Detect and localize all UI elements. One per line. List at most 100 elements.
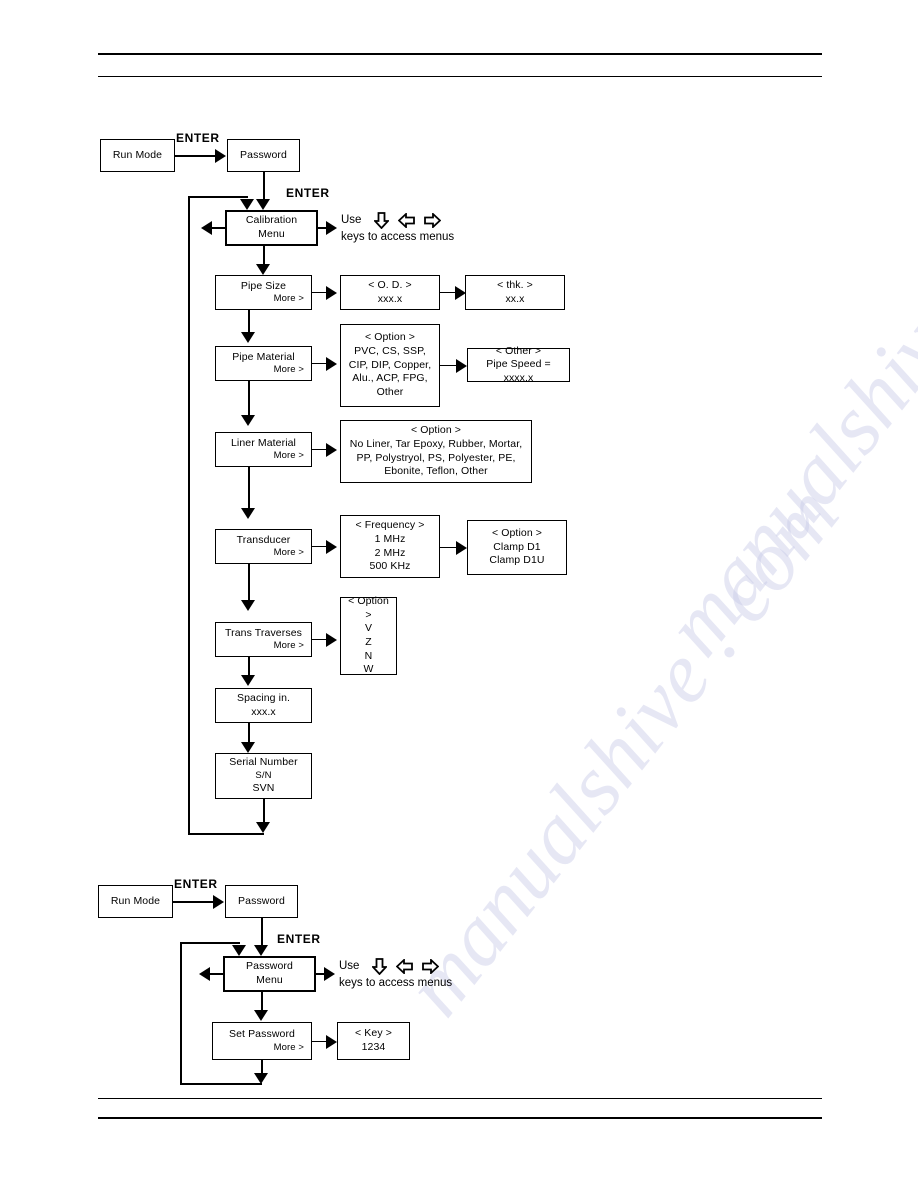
node-label: Serial Number: [229, 756, 298, 769]
node-value: xxx.x: [251, 705, 276, 718]
node-outer-diameter[interactable]: < O. D. > xxx.x: [340, 275, 440, 310]
enter-label: ENTER: [174, 877, 218, 891]
arrowhead-down-icon: [256, 264, 270, 275]
use-keys-note: Use keys to access menus: [339, 958, 452, 992]
arrowhead-right-icon: [326, 443, 337, 457]
use-note-line1: Use: [339, 960, 360, 973]
watermark: manualshive . com manualshive . com: [0, 0, 918, 1188]
node-trans-traverses[interactable]: Trans Traverses More >: [215, 622, 312, 657]
header-rule-top: [98, 53, 822, 55]
node-label: Pipe Size: [240, 279, 287, 292]
arrowhead-down-icon: [256, 822, 270, 833]
arrowhead-right-icon: [456, 541, 467, 555]
use-note-line2: keys to access menus: [341, 231, 455, 243]
node-traverse-options[interactable]: < Option > V Z N W: [340, 595, 397, 675]
connector-run-to-password: [173, 901, 216, 903]
manual-page: manualshive . com manualshive . com Run …: [0, 0, 918, 1188]
node-thickness[interactable]: < thk. > xx.x: [465, 275, 565, 310]
connector-transducer-to-traverses: [248, 564, 250, 604]
node-label: Spacing in.: [236, 691, 291, 704]
arrowhead-right-icon: [456, 359, 467, 373]
node-pipe-material[interactable]: Pipe Material More >: [215, 346, 312, 381]
option-line: V: [364, 622, 373, 635]
node-spacing[interactable]: Spacing in. xxx.x: [215, 688, 312, 723]
arrowhead-down-icon: [241, 675, 255, 686]
node-line3: SVN: [252, 782, 275, 795]
connector-liner-to-transducer: [248, 467, 250, 512]
arrowhead-down-icon: [254, 1073, 268, 1084]
node-run-mode-password-flow[interactable]: Run Mode: [98, 885, 173, 918]
node-more-label: More >: [273, 1041, 304, 1053]
return-loop-top: [180, 942, 240, 944]
node-label: Liner Material: [230, 436, 296, 449]
node-value: xx.x: [505, 292, 525, 305]
node-label-line2: Menu: [256, 974, 283, 986]
option-line: PP, Polystryol, PS, Polyester, PE,: [356, 451, 516, 464]
node-pipe-material-options[interactable]: < Option > PVC, CS, SSP, CIP, DIP, Coppe…: [340, 324, 440, 407]
node-set-password[interactable]: Set Password More >: [212, 1022, 312, 1060]
option-line: 2 MHz: [374, 546, 406, 559]
enter-label: ENTER: [286, 186, 330, 200]
node-header: < O. D. >: [368, 278, 412, 291]
footer-rule-bottom: [98, 1117, 822, 1119]
node-serial-number[interactable]: Serial Number S/N SVN: [215, 753, 312, 799]
node-label: Transducer: [236, 533, 291, 546]
option-line: Alu., ACP, FPG,: [352, 372, 428, 385]
node-label: Password: [238, 894, 285, 907]
node-clamp-options[interactable]: < Option > Clamp D1 Clamp D1U: [467, 520, 567, 575]
node-header: < thk. >: [497, 278, 533, 291]
node-liner-material[interactable]: Liner Material More >: [215, 432, 312, 467]
node-more-label: More >: [273, 640, 304, 652]
node-value: 1234: [361, 1041, 386, 1053]
node-label-line2: Menu: [258, 228, 285, 240]
node-header: < Key >: [355, 1027, 392, 1040]
return-loop-bottom: [180, 1083, 262, 1085]
node-pipe-size[interactable]: Pipe Size More >: [215, 275, 312, 310]
arrow-right-outline-icon: [424, 213, 442, 228]
return-loop-top: [188, 196, 248, 198]
node-label: Set Password: [229, 1028, 295, 1040]
arrowhead-down-icon: [241, 508, 255, 519]
arrowhead-right-icon: [213, 895, 224, 909]
arrowhead-right-icon: [326, 357, 337, 371]
arrowhead-left-icon: [199, 967, 210, 981]
node-transducer[interactable]: Transducer More >: [215, 529, 312, 564]
node-password-password-flow[interactable]: Password: [225, 885, 298, 918]
node-label: Password: [240, 148, 287, 161]
node-liner-material-options[interactable]: < Option > No Liner, Tar Epoxy, Rubber, …: [340, 420, 532, 483]
arrowhead-right-icon: [326, 221, 337, 235]
arrowhead-left-icon: [201, 221, 212, 235]
option-line: N: [364, 649, 373, 662]
node-run-mode[interactable]: Run Mode: [100, 139, 175, 172]
node-key[interactable]: < Key > 1234: [337, 1022, 410, 1060]
return-loop-vertical: [188, 196, 190, 834]
arrowhead-down-icon: [241, 415, 255, 426]
node-label-line1: Password: [246, 960, 293, 973]
node-more-label: More >: [273, 547, 304, 559]
arrow-down-outline-icon: [372, 958, 388, 975]
node-calibration-menu[interactable]: Calibration Menu: [225, 210, 318, 246]
node-label: Run Mode: [112, 148, 163, 161]
node-header: < Option >: [491, 527, 543, 540]
option-line: No Liner, Tar Epoxy, Rubber, Mortar,: [349, 437, 523, 450]
use-note-line1: Use: [341, 214, 362, 227]
node-header: < Option >: [348, 595, 389, 621]
arrowhead-right-icon: [326, 1035, 337, 1049]
option-line: Z: [365, 636, 372, 648]
node-label: Run Mode: [110, 894, 161, 907]
arrowhead-down-icon: [232, 945, 246, 956]
node-password[interactable]: Password: [227, 139, 300, 172]
node-line2: S/N: [255, 769, 272, 781]
arrowhead-down-icon: [256, 199, 270, 210]
node-frequency-options[interactable]: < Frequency > 1 MHz 2 MHz 500 KHz: [340, 515, 440, 578]
enter-label: ENTER: [277, 932, 321, 946]
node-pipe-speed[interactable]: < Other > Pipe Speed = xxxx.x: [467, 344, 570, 384]
use-keys-note: Use keys to access menus: [341, 212, 454, 246]
arrowhead-down-icon: [240, 199, 254, 210]
arrowhead-down-icon: [254, 945, 268, 956]
arrow-left-outline-icon: [398, 213, 416, 228]
arrowhead-right-icon: [215, 149, 226, 163]
node-header: < Other >: [495, 344, 542, 357]
node-password-menu[interactable]: Password Menu: [223, 956, 316, 992]
option-line: CIP, DIP, Copper,: [348, 358, 432, 371]
